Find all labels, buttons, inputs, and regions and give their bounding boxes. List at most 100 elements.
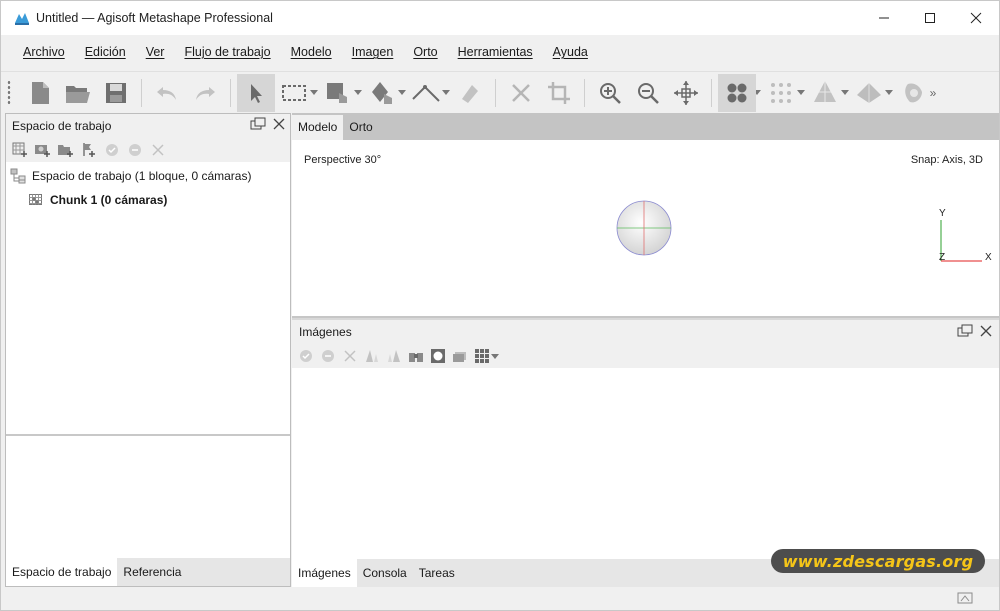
- projection-label: Perspective 30°: [304, 154, 382, 166]
- add-chunk-button[interactable]: [10, 140, 30, 160]
- mesh-icon: [814, 80, 836, 102]
- menu-edicion[interactable]: Edición: [75, 45, 136, 59]
- undock-icon[interactable]: [250, 117, 266, 131]
- remove-photos-button[interactable]: [340, 346, 360, 366]
- watermark-badge: www.zdescargas.org: [771, 549, 985, 573]
- reset-view-icon: [674, 80, 698, 105]
- new-document-icon: [32, 81, 49, 104]
- dem-button[interactable]: [850, 74, 888, 112]
- metashape-logo-icon: [15, 13, 29, 25]
- disable-circle-icon: [322, 350, 334, 362]
- workspace-tree-icon: [10, 168, 26, 184]
- mesh-button[interactable]: [806, 74, 844, 112]
- grid-view-icon: [475, 349, 489, 363]
- add-folder-button[interactable]: [56, 140, 76, 160]
- rectangle-selection-icon: [282, 84, 306, 101]
- tab-espacio-de-trabajo[interactable]: Espacio de trabajo: [6, 558, 118, 586]
- panel-close-icon[interactable]: [979, 324, 993, 338]
- enable-button[interactable]: [102, 140, 122, 160]
- toolbar-separator: [584, 78, 585, 107]
- undo-icon: [157, 86, 176, 100]
- view-mode-button[interactable]: [472, 346, 492, 366]
- redo-button[interactable]: [186, 74, 224, 112]
- reset-view-button[interactable]: [667, 74, 705, 112]
- enable-photos-button[interactable]: [296, 346, 316, 366]
- mask-icon: [431, 349, 445, 363]
- menu-herramientas[interactable]: Herramientas: [448, 45, 543, 59]
- resize-region-icon: [327, 82, 347, 103]
- menu-modelo[interactable]: Modelo: [281, 45, 342, 59]
- enable-circle-icon: [300, 350, 312, 362]
- tab-consola[interactable]: Consola: [357, 559, 413, 587]
- rotate-right-button[interactable]: [384, 346, 404, 366]
- ruler-button[interactable]: [407, 74, 445, 112]
- toolbar-separator: [495, 78, 496, 107]
- maximize-icon: [925, 13, 935, 23]
- dense-cloud-icon: [771, 82, 791, 103]
- axis-z-label: Z: [939, 252, 945, 263]
- crop-selection-button[interactable]: [540, 74, 578, 112]
- tab-tareas[interactable]: Tareas: [413, 559, 461, 587]
- view-mode-dropdown[interactable]: [490, 346, 500, 366]
- disable-photos-button[interactable]: [318, 346, 338, 366]
- app-window: Untitled — Agisoft Metashape Professiona…: [0, 0, 1000, 611]
- delete-selection-button[interactable]: [502, 74, 540, 112]
- camera-calibration-button[interactable]: [406, 346, 426, 366]
- save-button[interactable]: [97, 74, 135, 112]
- menu-imagen[interactable]: Imagen: [342, 45, 404, 59]
- tab-orto[interactable]: Orto: [343, 115, 378, 140]
- undock-icon[interactable]: [957, 324, 973, 338]
- cursor-arrow-icon: [251, 83, 262, 103]
- menu-ver[interactable]: Ver: [136, 45, 175, 59]
- dem-icon: [857, 82, 881, 103]
- point-cloud-button[interactable]: [718, 73, 756, 112]
- trackball-icon[interactable]: [615, 199, 673, 257]
- open-button[interactable]: [59, 74, 97, 112]
- remove-items-button[interactable]: [148, 140, 168, 160]
- dense-cloud-button[interactable]: [762, 74, 800, 112]
- panel-close-icon[interactable]: [272, 117, 286, 131]
- maximize-button[interactable]: [907, 1, 953, 35]
- add-photos-button[interactable]: [33, 140, 53, 160]
- navigation-button[interactable]: [237, 73, 275, 112]
- new-button[interactable]: [21, 74, 59, 112]
- window-title: Untitled — Agisoft Metashape Professiona…: [36, 11, 273, 25]
- toolbar-grip[interactable]: [7, 79, 11, 106]
- menu-orto[interactable]: Orto: [403, 45, 447, 59]
- minimize-button[interactable]: [861, 1, 907, 35]
- tiled-model-button[interactable]: [894, 74, 932, 112]
- zoom-in-button[interactable]: [591, 74, 629, 112]
- tree-chunk-label: Chunk 1 (0 cámaras): [50, 193, 168, 207]
- workspace-panel-title: Espacio de trabajo: [12, 119, 112, 133]
- eraser-button[interactable]: [451, 74, 489, 112]
- add-marker-button[interactable]: [79, 140, 99, 160]
- tiled-model-icon: [905, 82, 922, 102]
- show-masks-button[interactable]: [428, 346, 448, 366]
- crop-icon: [548, 81, 570, 104]
- close-button[interactable]: [953, 1, 999, 35]
- move-region-button[interactable]: [363, 74, 401, 112]
- menu-flujo-de-trabajo[interactable]: Flujo de trabajo: [174, 45, 280, 59]
- tree-root-workspace[interactable]: Espacio de trabajo (1 bloque, 0 cámaras): [6, 164, 290, 188]
- delete-cross-icon: [512, 83, 530, 102]
- resize-region-button[interactable]: [319, 74, 357, 112]
- tab-modelo[interactable]: Modelo: [292, 115, 344, 140]
- images-panel-title: Imágenes: [299, 325, 352, 339]
- tree-chunk-1[interactable]: Chunk 1 (0 cámaras): [6, 188, 290, 212]
- tab-referencia[interactable]: Referencia: [117, 558, 187, 586]
- rectangle-selection-button[interactable]: [275, 74, 313, 112]
- title-bar[interactable]: Untitled — Agisoft Metashape Professiona…: [1, 1, 999, 35]
- menu-archivo[interactable]: Archivo: [13, 45, 75, 59]
- model-viewport[interactable]: Perspective 30° Snap: Axis, 3D Y Z X: [292, 140, 999, 318]
- menu-ayuda[interactable]: Ayuda: [543, 45, 598, 59]
- redo-icon: [196, 86, 215, 100]
- tree-root-label: Espacio de trabajo (1 bloque, 0 cámaras): [32, 169, 252, 183]
- workspace-tree: Espacio de trabajo (1 bloque, 0 cámaras)…: [6, 164, 290, 434]
- undo-button[interactable]: [148, 74, 186, 112]
- rotate-left-button[interactable]: [362, 346, 382, 366]
- show-thumbnails-button[interactable]: [450, 346, 470, 366]
- add-chunk-icon: [12, 142, 27, 157]
- disable-button[interactable]: [125, 140, 145, 160]
- tab-imagenes[interactable]: Imágenes: [292, 559, 357, 587]
- zoom-out-button[interactable]: [629, 74, 667, 112]
